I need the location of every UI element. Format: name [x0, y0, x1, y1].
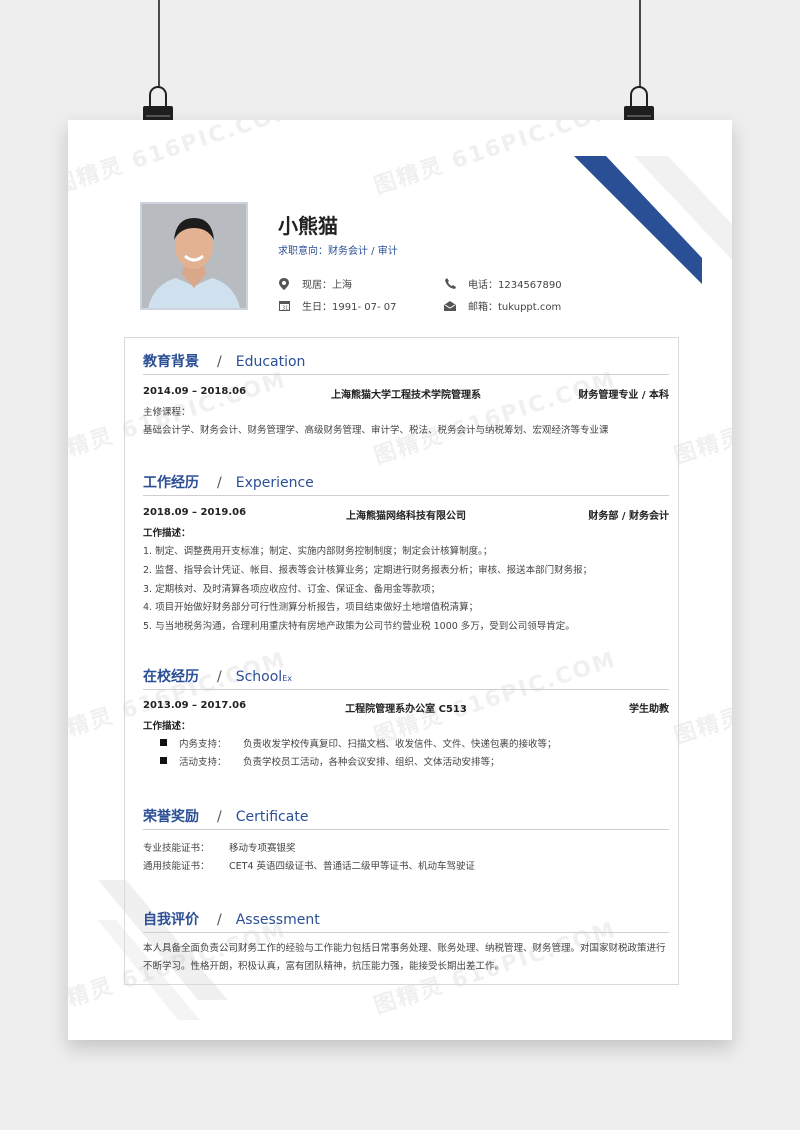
resume-paper: 图精灵 616PIC.COM 图精灵 616PIC.COM 图精灵 616PIC…	[68, 120, 732, 1040]
section-title-zh: 教育背景	[143, 354, 199, 370]
certificate-row: 专业技能证书： 移动专项赛银奖	[143, 840, 296, 854]
email-icon	[444, 300, 456, 312]
certificate-row: 通用技能证书： CET4 英语四级证书、普通话二级甲等证书、机动车驾驶证	[143, 858, 475, 872]
section-title-en: Education	[235, 354, 306, 370]
bullet-key: 活动支持：	[179, 757, 227, 768]
section-title-en-main: School	[235, 669, 283, 685]
education-degree: 财务管理专业 / 本科	[578, 390, 669, 401]
section-divider	[143, 689, 669, 690]
section-title-en: SchoolEx	[236, 669, 292, 685]
list-item: 2. 监督、指导会计凭证、帐目、报表等会计核算业务；定期进行财务报表分析；审核、…	[143, 565, 593, 576]
bullet-value: 负责收发学校传真复印、扫描文档、收发信件、文件、快递包裹的接收等；	[243, 739, 557, 750]
section-title-education: 教育背景 / Education	[143, 351, 305, 371]
section-title-zh: 在校经历	[143, 669, 199, 685]
experience-role: 财务部 / 财务会计	[588, 511, 669, 522]
section-title-school: 在校经历 / SchoolEx	[143, 666, 292, 686]
section-title-assessment: 自我评价 / Assessment	[143, 909, 320, 929]
person-avatar-icon	[142, 204, 246, 308]
certificate-key: 专业技能证书：	[143, 843, 210, 854]
birthday-text: 生日：1991- 07- 07	[302, 302, 397, 313]
education-row: 2014.09 – 2018.06 上海熊猫大学工程技术学院管理系 财务管理专业…	[143, 386, 669, 401]
section-divider	[143, 374, 669, 375]
section-title-experience: 工作经历 / Experience	[143, 472, 314, 492]
list-item: 内务支持： 负责收发学校传真复印、扫描文档、收发信件、文件、快递包裹的接收等；	[160, 736, 557, 750]
location-text: 现居：上海	[302, 280, 352, 291]
courses-text: 基础会计学、财务会计、财务管理学、高级财务管理、审计学、税法、税务会计与纳税筹划…	[143, 425, 609, 436]
list-item: 1. 制定、调整费用开支标准；制定、实施内部财务控制制度；制定会计核算制度。；	[143, 546, 493, 557]
list-item: 活动支持： 负责学校员工活动，各种会议安排、组织、文体活动安排等；	[160, 754, 500, 768]
school-role: 学生助教	[629, 704, 669, 715]
calendar-icon: 31	[278, 300, 290, 312]
square-bullet-icon	[160, 757, 167, 764]
watermark: 图精灵 616PIC.COM	[68, 120, 300, 200]
section-title-en: Certificate	[235, 809, 309, 825]
location-info: 现居：上海	[278, 276, 352, 291]
left-string	[158, 0, 160, 88]
section-divider	[143, 495, 669, 496]
section-title-en: Assessment	[235, 912, 320, 928]
certificate-value: CET4 英语四级证书、普通话二级甲等证书、机动车驾驶证	[229, 861, 476, 872]
job-intent: 求职意向：财务会计 / 审计	[278, 246, 398, 257]
phone-info: 电话：1234567890	[444, 276, 562, 291]
section-title-en-tail: Ex	[282, 674, 292, 683]
list-item: 3. 定期核对、及时清算各项应收应付、订金、保证金、备用金等款项；	[143, 584, 441, 595]
bullet-key: 内务支持：	[179, 739, 227, 750]
email-info: 邮箱：tukuppt.com	[444, 298, 561, 313]
phone-icon	[444, 278, 456, 290]
school-org: 工程院管理系办公室 C513	[345, 704, 467, 715]
resume-content-card: 教育背景 / Education 2014.09 – 2018.06 上海熊猫大…	[124, 337, 679, 985]
section-divider	[143, 932, 669, 933]
square-bullet-icon	[160, 739, 167, 746]
certificate-key: 通用技能证书：	[143, 861, 210, 872]
section-title-zh: 工作经历	[143, 475, 199, 491]
profile-photo	[140, 202, 248, 310]
bullet-value: 负责学校员工活动，各种会议安排、组织、文体活动安排等；	[243, 757, 500, 768]
location-icon	[278, 277, 290, 290]
phone-text: 电话：1234567890	[468, 280, 562, 291]
school-desc-label: 工作描述：	[143, 721, 191, 732]
section-title-certificate: 荣誉奖励 / Certificate	[143, 806, 308, 826]
section-title-zh: 荣誉奖励	[143, 809, 199, 825]
school-row: 2013.09 – 2017.06 工程院管理系办公室 C513 学生助教	[143, 700, 669, 715]
watermark: 图精灵 616PIC.COM	[371, 120, 620, 200]
email-text: 邮箱：tukuppt.com	[468, 302, 562, 313]
section-title-zh: 自我评价	[143, 912, 199, 928]
certificate-value: 移动专项赛银奖	[229, 843, 296, 854]
svg-text:31: 31	[282, 306, 288, 312]
section-title-en: Experience	[235, 475, 314, 491]
candidate-name: 小熊猫	[278, 214, 338, 238]
list-item: 4. 项目开始做好财务部分可行性测算分析报告，项目结束做好土地增值税清算；	[143, 602, 479, 613]
list-item: 5. 与当地税务沟通，合理利用重庆特有房地产政策为公司节约营业税 1000 多万…	[143, 621, 575, 632]
section-divider	[143, 829, 669, 830]
experience-row: 2018.09 – 2019.06 上海熊猫网络科技有限公司 财务部 / 财务会…	[143, 507, 669, 522]
birthday-info: 31 生日：1991- 07- 07	[278, 298, 396, 313]
assessment-text: 本人具备全面负责公司财务工作的经验与工作能力包括日常事务处理、账务处理、纳税管理…	[143, 943, 666, 972]
courses-label: 主修课程：	[143, 407, 191, 418]
right-string	[639, 0, 641, 88]
experience-desc-label: 工作描述：	[143, 528, 191, 539]
